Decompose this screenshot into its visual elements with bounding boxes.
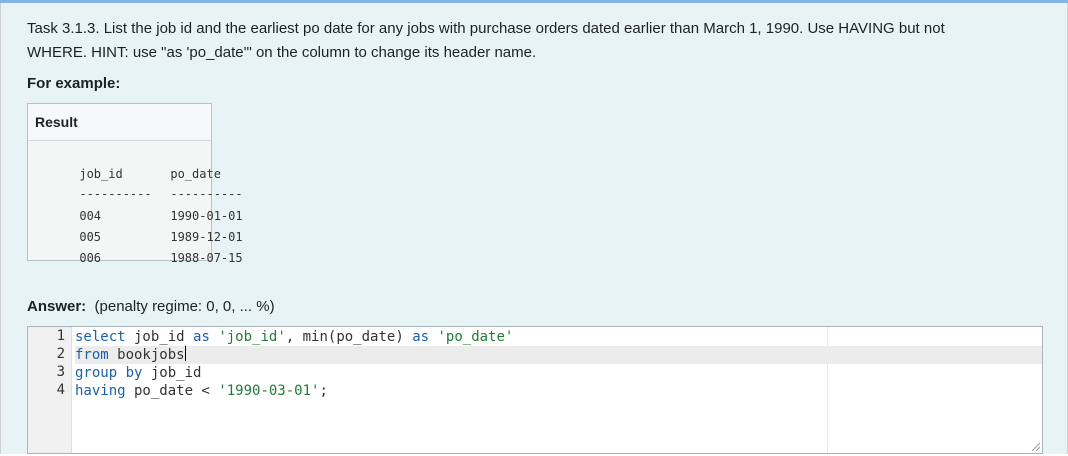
cell-job-id: 006 <box>79 251 102 265</box>
code-line-4[interactable]: having po_date < '1990-03-01'; <box>75 382 1042 400</box>
task-line-1: Task 3.1.3. List the job id and the earl… <box>27 20 945 37</box>
code-text: bookjobs <box>108 347 185 363</box>
line-number: 3 <box>56 364 65 380</box>
code-text: , min(po_date) <box>285 329 413 345</box>
code-text: po_date < <box>125 383 219 399</box>
string-literal: 'po_date' <box>437 329 514 345</box>
line-number-gutter: 1 2 3 4 <box>28 327 72 453</box>
keyword: select <box>75 329 126 345</box>
code-line-1[interactable]: select job_id as 'job_id', min(po_date) … <box>75 328 1042 346</box>
string-literal: '1990-03-01' <box>218 383 320 399</box>
code-editor[interactable]: 1 2 3 4 select job_id as 'job_id', min(p… <box>27 326 1043 454</box>
code-text: job_id <box>125 329 194 345</box>
task-description: Task 3.1.3. List the job id and the earl… <box>27 17 1027 65</box>
line-number: 4 <box>56 382 65 398</box>
answer-label-bold: Answer: <box>27 298 87 315</box>
code-text: job_id <box>142 365 202 381</box>
example-label: For example: <box>27 75 121 92</box>
code-line-2[interactable]: from bookjobs <box>75 346 1042 364</box>
result-body: job_id po_date ---------- ---------- 004 19… <box>28 141 243 265</box>
string-literal: 'job_id' <box>218 329 286 345</box>
line-number: 2 <box>56 346 65 362</box>
keyword: from <box>75 347 109 363</box>
line-number: 1 <box>56 328 65 344</box>
resize-handle-icon[interactable] <box>1030 441 1040 451</box>
accent-bar <box>0 0 1068 3</box>
answer-label: Answer: (penalty regime: 0, 0, ... %) <box>27 298 275 315</box>
keyword: by <box>125 365 143 381</box>
example-result-table: Result job_id po_date ---------- ---------… <box>27 103 243 265</box>
keyword: as <box>193 329 210 345</box>
code-line-3[interactable]: group by job_id <box>75 364 1042 382</box>
keyword: as <box>412 329 430 345</box>
table-row: 006 1988-07-15 <box>36 237 242 279</box>
result-header: Result <box>28 104 211 141</box>
keyword: group <box>75 365 118 381</box>
cell-po-date: 1988-07-15 <box>170 251 243 265</box>
code-text: ; <box>319 383 328 399</box>
code-area[interactable]: select job_id as 'job_id', min(po_date) … <box>75 327 1042 453</box>
penalty-regime: (penalty regime: 0, 0, ... %) <box>94 298 275 315</box>
task-line-2: WHERE. HINT: use "as 'po_date'" on the c… <box>27 44 537 61</box>
keyword: having <box>75 383 126 399</box>
text-cursor <box>184 346 186 361</box>
